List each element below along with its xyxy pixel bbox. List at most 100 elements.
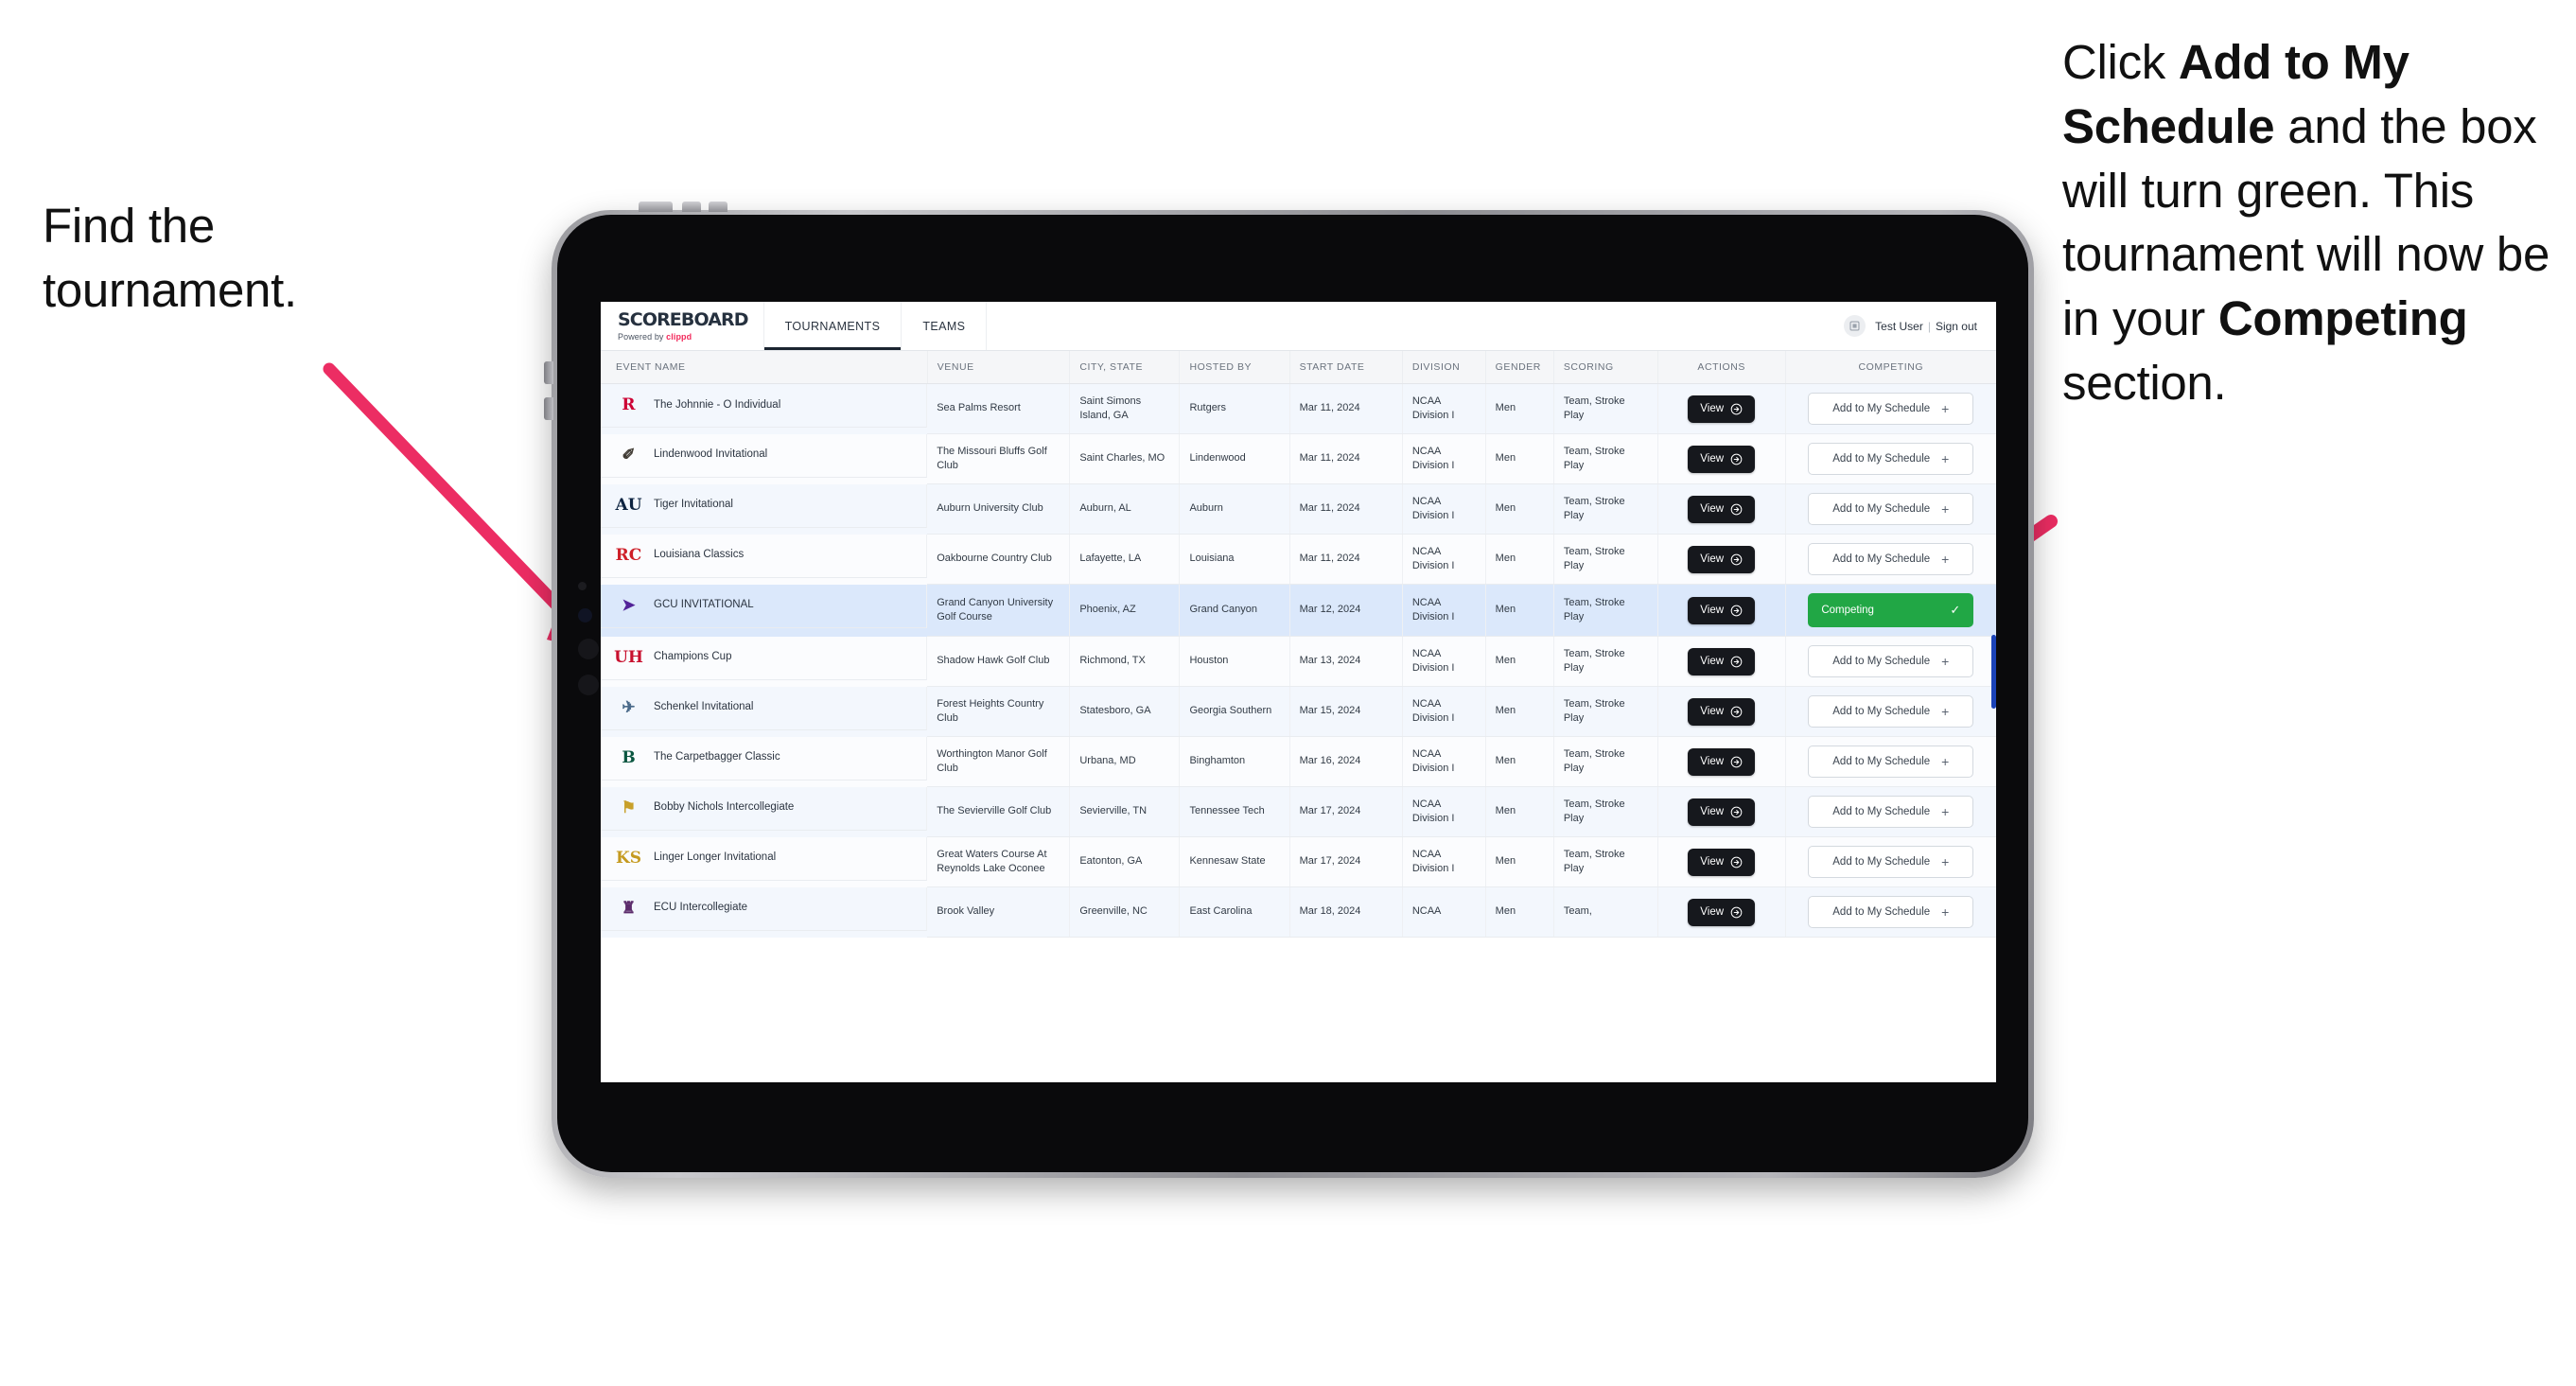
event-name-label[interactable]: Schenkel Invitational xyxy=(654,700,753,715)
add-to-my-schedule-button[interactable]: Add to My Schedule + xyxy=(1808,393,1974,425)
view-button[interactable]: View xyxy=(1688,848,1756,876)
cell-division: NCAA Division I xyxy=(1402,383,1486,434)
plus-icon: + xyxy=(1941,704,1950,719)
column-header-start-date[interactable]: START DATE xyxy=(1289,351,1403,384)
view-button[interactable]: View xyxy=(1688,747,1756,776)
event-name-label[interactable]: Tiger Invitational xyxy=(654,498,733,513)
cell-actions: View xyxy=(1657,836,1786,887)
view-button[interactable]: View xyxy=(1688,647,1756,675)
plus-icon: + xyxy=(1941,754,1950,769)
tablet-top-button-3[interactable] xyxy=(709,202,727,212)
cell-hosted-by: Grand Canyon xyxy=(1179,584,1290,637)
event-name-label[interactable]: Champions Cup xyxy=(654,650,731,665)
event-name-label[interactable]: Louisiana Classics xyxy=(654,548,744,563)
cell-city-state: Richmond, TX xyxy=(1069,636,1181,687)
arrow-right-circle-icon xyxy=(1730,806,1743,818)
cell-division: NCAA Division I xyxy=(1402,836,1486,887)
cell-hosted-by: Tennessee Tech xyxy=(1179,786,1290,837)
team-logo-icon: ♜ xyxy=(621,898,637,918)
arrow-right-circle-icon xyxy=(1730,605,1743,617)
view-button[interactable]: View xyxy=(1688,395,1756,423)
column-header-hosted-by[interactable]: HOSTED BY xyxy=(1179,351,1290,384)
annotation-left-line1: Find the xyxy=(43,199,215,253)
competing-button[interactable]: Competing ✓ xyxy=(1808,593,1974,627)
event-name-label[interactable]: The Carpetbagger Classic xyxy=(654,750,780,765)
column-header-venue[interactable]: VENUE xyxy=(927,351,1071,384)
view-button[interactable]: View xyxy=(1688,495,1756,523)
plus-icon: + xyxy=(1941,654,1950,669)
plus-icon: + xyxy=(1941,451,1950,466)
cell-venue: Oakbourne Country Club xyxy=(927,534,1071,585)
sign-out-link[interactable]: Sign out xyxy=(1936,320,1977,333)
event-name-label[interactable]: Linger Longer Invitational xyxy=(654,851,776,866)
table-row[interactable]: ⚑ Bobby Nichols Intercollegiate The Sevi… xyxy=(601,786,1996,837)
add-to-my-schedule-button[interactable]: Add to My Schedule + xyxy=(1808,695,1974,728)
cell-division: NCAA Division I xyxy=(1402,483,1486,535)
event-name-label[interactable]: The Johnnie - O Individual xyxy=(654,398,780,413)
table-row[interactable]: R The Johnnie - O Individual Sea Palms R… xyxy=(601,383,1996,434)
plus-icon: + xyxy=(1941,904,1950,920)
event-name-label[interactable]: GCU INVITATIONAL xyxy=(654,598,754,613)
event-name-label[interactable]: ECU Intercollegiate xyxy=(654,901,747,916)
table-row[interactable]: UH Champions Cup Shadow Hawk Golf Club R… xyxy=(601,636,1996,687)
cell-division: NCAA Division I xyxy=(1402,433,1486,484)
cell-venue: Forest Heights Country Club xyxy=(927,686,1071,737)
table-row[interactable]: AU Tiger Invitational Auburn University … xyxy=(601,483,1996,535)
arrow-right-circle-icon xyxy=(1730,756,1743,768)
cell-event-name: ✐ Lindenwood Invitational xyxy=(601,433,928,478)
tablet-screen: SCOREBOARD Powered by clippd TOURNAMENTS… xyxy=(601,302,1996,1082)
add-to-my-schedule-button[interactable]: Add to My Schedule + xyxy=(1808,896,1974,928)
add-to-my-schedule-button[interactable]: Add to My Schedule + xyxy=(1808,443,1974,475)
user-name[interactable]: Test User xyxy=(1875,320,1923,333)
vertical-scrollbar[interactable] xyxy=(1991,635,1996,709)
table-row[interactable]: KS Linger Longer Invitational Great Wate… xyxy=(601,836,1996,887)
event-name-label[interactable]: Bobby Nichols Intercollegiate xyxy=(654,800,794,816)
add-to-my-schedule-button[interactable]: Add to My Schedule + xyxy=(1808,796,1974,828)
view-button[interactable]: View xyxy=(1688,697,1756,726)
cell-event-name: RC Louisiana Classics xyxy=(601,534,928,578)
tab-teams[interactable]: TEAMS xyxy=(902,302,988,350)
tablet-volume-up-button[interactable] xyxy=(544,361,553,384)
view-button[interactable]: View xyxy=(1688,798,1756,826)
cell-hosted-by: Kennesaw State xyxy=(1179,836,1290,887)
tournaments-table-container[interactable]: EVENT NAME VENUE CITY, STATE HOSTED BY S… xyxy=(601,351,1996,1082)
event-name-label[interactable]: Lindenwood Invitational xyxy=(654,447,767,463)
tablet-volume-down-button[interactable] xyxy=(544,397,553,420)
cell-start-date: Mar 18, 2024 xyxy=(1289,886,1403,938)
column-header-city-state[interactable]: CITY, STATE xyxy=(1069,351,1181,384)
nav-tabs: TOURNAMENTS TEAMS xyxy=(763,302,988,350)
team-logo-icon: B xyxy=(622,747,636,767)
add-to-my-schedule-button[interactable]: Add to My Schedule + xyxy=(1808,493,1974,525)
brand-powered-prefix: Powered by xyxy=(618,331,667,342)
team-logo-icon: AU xyxy=(615,495,642,515)
column-header-scoring[interactable]: SCORING xyxy=(1553,351,1658,384)
add-to-my-schedule-button[interactable]: Add to My Schedule + xyxy=(1808,645,1974,677)
add-to-my-schedule-button[interactable]: Add to My Schedule + xyxy=(1808,543,1974,575)
user-avatar-icon[interactable] xyxy=(1844,315,1866,337)
add-to-my-schedule-label: Add to My Schedule xyxy=(1832,453,1931,465)
tab-tournaments[interactable]: TOURNAMENTS xyxy=(763,302,902,350)
cell-venue: Shadow Hawk Golf Club xyxy=(927,636,1071,687)
cell-event-name: ➤ GCU INVITATIONAL xyxy=(601,584,928,628)
table-row[interactable]: ♜ ECU Intercollegiate Brook Valley Green… xyxy=(601,886,1996,938)
view-button[interactable]: View xyxy=(1688,596,1756,624)
view-label: View xyxy=(1700,706,1725,717)
add-to-my-schedule-button[interactable]: Add to My Schedule + xyxy=(1808,846,1974,878)
view-button[interactable]: View xyxy=(1688,545,1756,573)
tablet-top-button-1[interactable] xyxy=(639,202,673,212)
tablet-speaker-hole-2 xyxy=(578,675,599,695)
view-button[interactable]: View xyxy=(1688,898,1756,926)
add-to-my-schedule-button[interactable]: Add to My Schedule + xyxy=(1808,746,1974,778)
view-button[interactable]: View xyxy=(1688,445,1756,473)
table-row[interactable]: RC Louisiana Classics Oakbourne Country … xyxy=(601,534,1996,585)
column-header-gender[interactable]: GENDER xyxy=(1485,351,1554,384)
column-header-division[interactable]: DIVISION xyxy=(1402,351,1486,384)
table-row[interactable]: ✐ Lindenwood Invitational The Missouri B… xyxy=(601,433,1996,484)
cell-event-name: KS Linger Longer Invitational xyxy=(601,836,928,881)
cell-gender: Men xyxy=(1485,383,1554,434)
tablet-top-button-2[interactable] xyxy=(682,202,701,212)
table-row[interactable]: ✈ Schenkel Invitational Forest Heights C… xyxy=(601,686,1996,737)
column-header-event-name[interactable]: EVENT NAME xyxy=(601,351,928,384)
table-row[interactable]: B The Carpetbagger Classic Worthington M… xyxy=(601,736,1996,787)
table-row[interactable]: ➤ GCU INVITATIONAL Grand Canyon Universi… xyxy=(601,584,1996,637)
